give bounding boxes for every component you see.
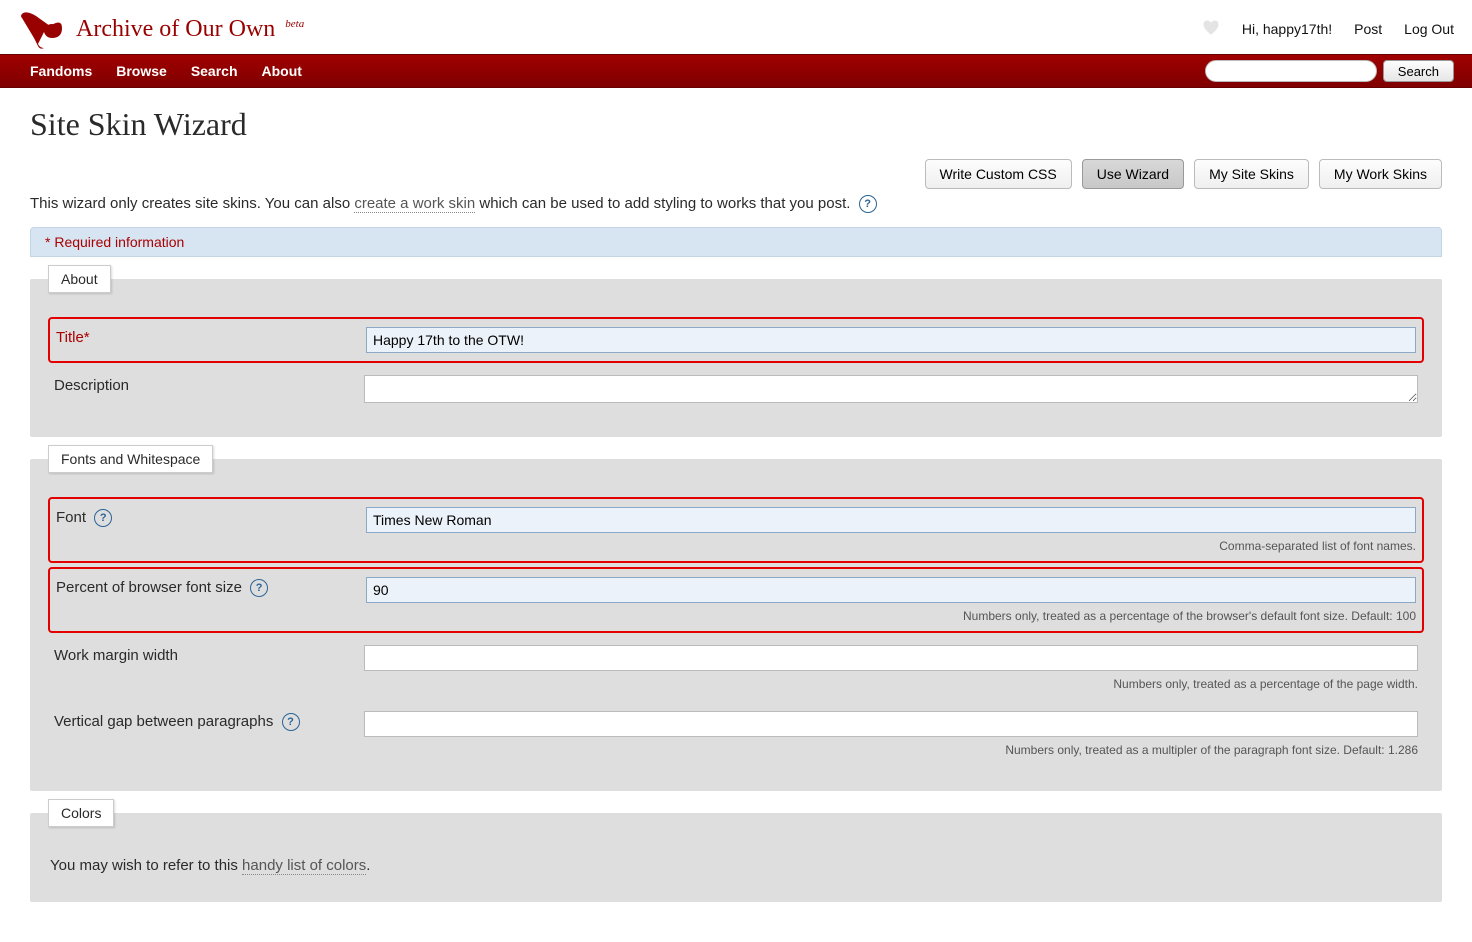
about-legend: About xyxy=(48,265,111,293)
font-hint: Comma-separated list of font names. xyxy=(366,539,1416,553)
about-section: About Title* Description xyxy=(30,279,1442,437)
greeting-link[interactable]: Hi, happy17th! xyxy=(1242,21,1332,37)
gap-label: Vertical gap between paragraphs ? xyxy=(54,711,364,731)
ao3-logo-icon xyxy=(18,8,66,50)
title-row: Title* xyxy=(48,317,1424,363)
intro-text: This wizard only creates site skins. You… xyxy=(30,195,1442,213)
fonts-legend: Fonts and Whitespace xyxy=(48,445,213,473)
title-label: Title* xyxy=(56,327,366,346)
fonts-section: Fonts and Whitespace Font ? Comma-separa… xyxy=(30,459,1442,791)
action-row: Write Custom CSS Use Wizard My Site Skin… xyxy=(30,159,1442,189)
create-work-skin-link[interactable]: create a work skin xyxy=(354,195,475,213)
help-icon[interactable]: ? xyxy=(94,509,112,527)
required-banner: * Required information xyxy=(30,227,1442,257)
margin-hint: Numbers only, treated as a percentage of… xyxy=(364,677,1418,691)
help-icon[interactable]: ? xyxy=(250,579,268,597)
help-icon[interactable]: ? xyxy=(859,195,877,213)
colors-section: Colors You may wish to refer to this han… xyxy=(30,813,1442,902)
gap-input[interactable] xyxy=(364,711,1418,737)
title-input[interactable] xyxy=(366,327,1416,353)
beta-label: beta xyxy=(285,18,304,30)
percent-label: Percent of browser font size ? xyxy=(56,577,366,597)
use-wizard-button[interactable]: Use Wizard xyxy=(1082,159,1184,189)
post-link[interactable]: Post xyxy=(1354,21,1382,37)
search-form: Search xyxy=(1205,60,1454,82)
description-input[interactable] xyxy=(364,375,1418,403)
margin-input[interactable] xyxy=(364,645,1418,671)
font-label: Font ? xyxy=(56,507,366,527)
nav-fandoms[interactable]: Fandoms xyxy=(30,63,92,79)
gap-row: Vertical gap between paragraphs ? Number… xyxy=(48,703,1424,765)
margin-row: Work margin width Numbers only, treated … xyxy=(48,637,1424,699)
my-work-skins-button[interactable]: My Work Skins xyxy=(1319,159,1442,189)
nav-about[interactable]: About xyxy=(262,63,302,79)
margin-label: Work margin width xyxy=(54,645,364,664)
percent-row: Percent of browser font size ? Numbers o… xyxy=(48,567,1424,633)
font-row: Font ? Comma-separated list of font name… xyxy=(48,497,1424,563)
logout-link[interactable]: Log Out xyxy=(1404,21,1454,37)
gap-hint: Numbers only, treated as a multipler of … xyxy=(364,743,1418,757)
write-css-button[interactable]: Write Custom CSS xyxy=(925,159,1072,189)
search-button[interactable]: Search xyxy=(1383,60,1454,82)
main-nav: Fandoms Browse Search About Search xyxy=(0,54,1472,88)
user-nav: Hi, happy17th! Post Log Out xyxy=(1202,19,1454,40)
font-input[interactable] xyxy=(366,507,1416,533)
header: Archive of Our Own beta Hi, happy17th! P… xyxy=(0,0,1472,54)
help-icon[interactable]: ? xyxy=(282,713,300,731)
site-title: Archive of Our Own xyxy=(76,16,275,42)
search-input[interactable] xyxy=(1205,60,1377,82)
description-row: Description xyxy=(48,367,1424,411)
percent-input[interactable] xyxy=(366,577,1416,603)
logo-link[interactable]: Archive of Our Own beta xyxy=(18,8,304,50)
page-title: Site Skin Wizard xyxy=(30,106,1442,143)
description-label: Description xyxy=(54,375,364,394)
colors-intro: You may wish to refer to this handy list… xyxy=(48,851,1424,880)
nav-browse[interactable]: Browse xyxy=(116,63,167,79)
kudos-icon[interactable] xyxy=(1202,19,1220,40)
my-site-skins-button[interactable]: My Site Skins xyxy=(1194,159,1309,189)
colors-legend: Colors xyxy=(48,799,114,827)
percent-hint: Numbers only, treated as a percentage of… xyxy=(366,609,1416,623)
nav-search[interactable]: Search xyxy=(191,63,238,79)
colors-list-link[interactable]: handy list of colors xyxy=(242,857,366,875)
